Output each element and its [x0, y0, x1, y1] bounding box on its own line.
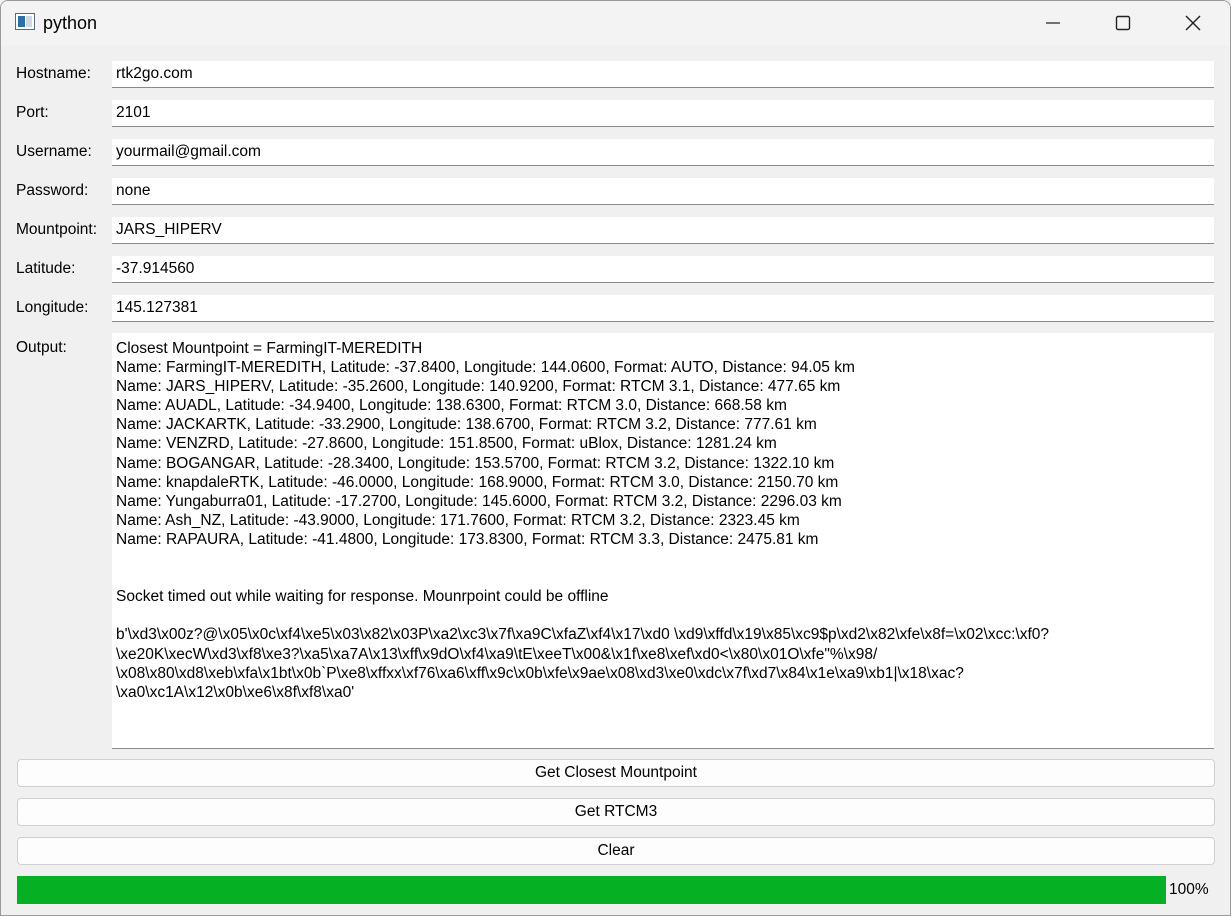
output-line: \xe20K\xecW\xd3\xf8\xe3?\xa5\xa7A\x13\xf…	[116, 645, 878, 663]
output-line: Name: FarmingIT-MEREDITH, Latitude: -37.…	[116, 359, 855, 377]
output-line: Name: AUADL, Latitude: -34.9400, Longitu…	[116, 397, 787, 415]
output-line: Socket timed out while waiting for respo…	[116, 588, 609, 606]
hostname-input[interactable]	[112, 61, 1214, 88]
password-input[interactable]	[112, 178, 1214, 205]
output-label: Output:	[16, 339, 67, 356]
latitude-input[interactable]	[112, 256, 1214, 283]
minimize-icon	[1046, 22, 1060, 24]
output-line: Name: knapdaleRTK, Latitude: -46.0000, L…	[116, 473, 839, 491]
output-line: b'\xd3\x00z?@\x05\x0c\xf4\xe5\x03\x82\x0…	[116, 626, 1049, 644]
output-line: Name: Yungaburra01, Latitude: -17.2700, …	[116, 492, 842, 510]
password-label: Password:	[16, 182, 89, 199]
hostname-label: Hostname:	[16, 65, 91, 82]
close-icon	[1185, 15, 1201, 31]
output-line: Closest Mountpoint = FarmingIT-MEREDITH	[116, 340, 423, 357]
progress-fill	[17, 876, 1166, 904]
output-line: Name: JARS_HIPERV, Latitude: -35.2600, L…	[116, 378, 841, 396]
title-bar[interactable]: python	[1, 1, 1230, 45]
output-line: Name: JACKARTK, Latitude: -33.2900, Long…	[116, 416, 817, 434]
python-app-icon	[15, 13, 35, 30]
maximize-icon	[1115, 15, 1131, 31]
window-title: python	[43, 13, 98, 33]
app-window: python Hostname: Port: Username: Passwor…	[0, 0, 1231, 916]
port-input[interactable]	[112, 100, 1214, 127]
close-button[interactable]	[1158, 1, 1228, 45]
longitude-label: Longitude:	[16, 299, 89, 316]
clear-button[interactable]: Clear	[17, 837, 1215, 865]
mountpoint-input[interactable]	[112, 217, 1214, 244]
longitude-input[interactable]	[112, 295, 1214, 322]
latitude-label: Latitude:	[16, 260, 76, 277]
output-line: Name: VENZRD, Latitude: -27.8600, Longit…	[116, 435, 777, 453]
progress-bar	[17, 876, 1166, 904]
get-rtcm3-button[interactable]: Get RTCM3	[17, 798, 1215, 826]
output-line: Name: RAPAURA, Latitude: -41.4800, Longi…	[116, 530, 819, 548]
mountpoint-label: Mountpoint:	[16, 221, 97, 238]
output-line: \x08\x80\xd8\xeb\xfa\x1bt\x0b`P\xe8\xffx…	[116, 664, 964, 682]
username-label: Username:	[16, 143, 92, 160]
get-closest-mountpoint-button[interactable]: Get Closest Mountpoint	[17, 759, 1215, 787]
output-line: Name: Ash_NZ, Latitude: -43.9000, Longit…	[116, 511, 800, 529]
maximize-button[interactable]	[1088, 1, 1158, 45]
output-textarea[interactable]: Closest Mountpoint = FarmingIT-MEREDITH N…	[112, 333, 1214, 749]
progress-text: 100%	[1169, 881, 1209, 898]
port-label: Port:	[16, 104, 49, 121]
username-input[interactable]	[112, 139, 1214, 166]
output-line: \xa0\xc1A\x12\x0b\xe6\x8f\xf8\xa0'	[116, 683, 355, 701]
output-line: Name: BOGANGAR, Latitude: -28.3400, Long…	[116, 454, 835, 472]
minimize-button[interactable]	[1018, 1, 1088, 45]
